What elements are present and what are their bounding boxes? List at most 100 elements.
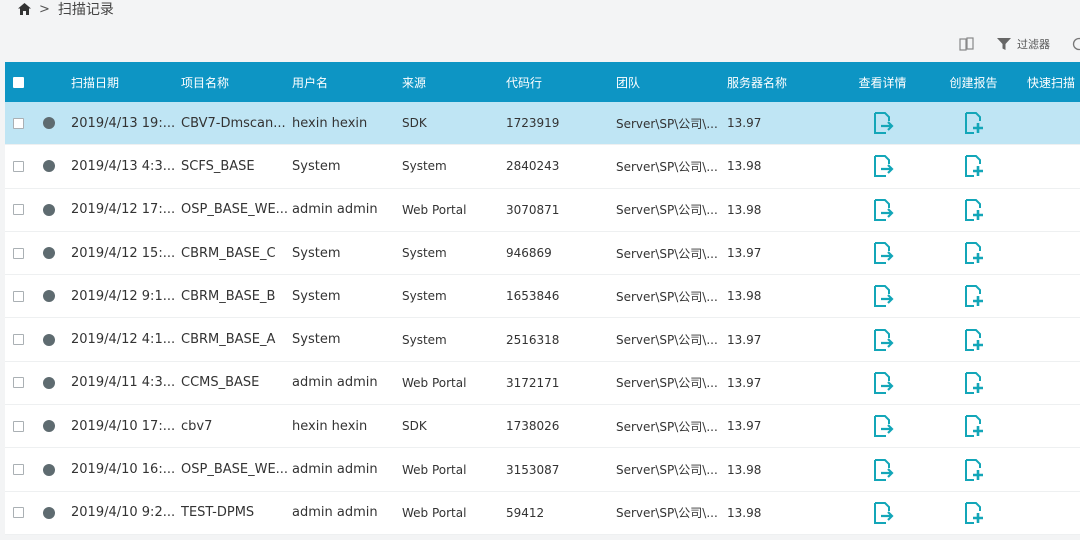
- view-details-icon[interactable]: [872, 112, 894, 135]
- cell-date: 2019/4/12 17:...: [71, 202, 176, 218]
- cell-user: admin admin: [292, 375, 378, 391]
- table-row[interactable]: 2019/4/10 17:... cbv7 hexin hexin SDK 17…: [5, 405, 1080, 449]
- more-icon[interactable]: [1072, 37, 1080, 51]
- cell-source: SDK: [402, 419, 427, 434]
- cell-server: 13.98: [727, 289, 762, 304]
- row-checkbox[interactable]: [13, 160, 24, 172]
- create-report-icon[interactable]: [963, 112, 985, 135]
- cell-date: 2019/4/12 4:1...: [71, 332, 176, 348]
- table-body: 2019/4/13 19:... CBV7-Dmscan... hexin he…: [5, 102, 1080, 535]
- status-dot: [43, 203, 55, 216]
- view-details-icon[interactable]: [872, 501, 894, 524]
- row-checkbox[interactable]: [13, 507, 24, 519]
- cell-user: admin admin: [292, 462, 378, 478]
- cell-date: 2019/4/10 17:...: [71, 418, 176, 434]
- header-team[interactable]: 团队: [616, 74, 727, 91]
- cell-server: 13.98: [727, 159, 762, 174]
- table-row[interactable]: 2019/4/10 9:2... TEST-DPMS admin admin W…: [5, 491, 1080, 535]
- select-all-checkbox[interactable]: [13, 76, 24, 88]
- cell-team: Server\SP\公司\...: [616, 376, 718, 391]
- row-checkbox[interactable]: [13, 204, 24, 216]
- table-row[interactable]: 2019/4/12 15:... CBRM_BASE_C System Syst…: [5, 231, 1080, 276]
- cell-lines: 1653846: [506, 289, 560, 304]
- status-dot: [43, 290, 55, 303]
- cell-source: System: [402, 159, 447, 174]
- cell-source: SDK: [402, 116, 427, 131]
- cell-server: 13.97: [727, 419, 762, 434]
- columns-button[interactable]: [959, 37, 975, 51]
- view-details-icon[interactable]: [872, 155, 894, 178]
- row-checkbox[interactable]: [13, 464, 24, 476]
- table-row[interactable]: 2019/4/10 16:... OSP_BASE_WE... admin ad…: [5, 448, 1080, 492]
- create-report-icon[interactable]: [963, 415, 985, 438]
- view-details-icon[interactable]: [872, 242, 894, 265]
- cell-server: 13.97: [727, 116, 762, 131]
- table-row[interactable]: 2019/4/12 17:... OSP_BASE_WE... admin ad…: [5, 188, 1080, 232]
- row-checkbox[interactable]: [13, 247, 24, 259]
- cell-date: 2019/4/10 16:...: [71, 462, 176, 478]
- cell-source: Web Portal: [402, 505, 467, 520]
- status-dot: [43, 160, 55, 173]
- row-checkbox[interactable]: [13, 117, 24, 129]
- cell-server: 13.98: [727, 505, 762, 520]
- create-report-icon[interactable]: [963, 198, 985, 221]
- view-details-icon[interactable]: [872, 285, 894, 308]
- cell-user: admin admin: [292, 202, 378, 218]
- view-details-icon[interactable]: [872, 415, 894, 438]
- row-checkbox[interactable]: [13, 334, 24, 346]
- view-details-icon[interactable]: [872, 458, 894, 481]
- status-dot: [43, 376, 55, 389]
- header-lines[interactable]: 代码行: [506, 74, 616, 91]
- cell-project: OSP_BASE_WE...: [181, 462, 289, 478]
- columns-icon: [959, 37, 975, 51]
- status-dot: [43, 506, 55, 519]
- table-row[interactable]: 2019/4/13 4:3... SCFS_BASE System System…: [5, 145, 1080, 189]
- cell-lines: 2840243: [506, 159, 560, 174]
- row-checkbox[interactable]: [13, 420, 24, 432]
- create-report-icon[interactable]: [963, 242, 985, 265]
- header-create: 创建报告: [949, 75, 998, 90]
- cell-user: System: [292, 288, 341, 304]
- view-details-icon[interactable]: [872, 328, 894, 351]
- row-checkbox[interactable]: [13, 290, 24, 302]
- filter-button[interactable]: 过滤器: [997, 36, 1050, 52]
- cell-team: Server\SP\公司\...: [616, 246, 718, 261]
- cell-team: Server\SP\公司\...: [616, 419, 718, 434]
- create-report-icon[interactable]: [963, 285, 985, 308]
- table-row[interactable]: 2019/4/12 9:1... CBRM_BASE_B System Syst…: [5, 275, 1080, 319]
- cell-user: hexin hexin: [292, 115, 368, 131]
- table-row[interactable]: 2019/4/11 4:3... CCMS_BASE admin admin W…: [5, 361, 1080, 406]
- table-row[interactable]: 2019/4/12 4:1... CBRM_BASE_A System Syst…: [5, 318, 1080, 362]
- status-dot: [43, 420, 55, 433]
- header-date[interactable]: 扫描日期: [71, 74, 181, 91]
- cell-lines: 1723919: [506, 116, 560, 131]
- create-report-icon[interactable]: [963, 328, 985, 351]
- view-details-icon[interactable]: [872, 371, 894, 394]
- home-icon[interactable]: [18, 3, 31, 15]
- cell-source: System: [402, 332, 447, 347]
- cell-team: Server\SP\公司\...: [616, 289, 718, 304]
- create-report-icon[interactable]: [963, 501, 985, 524]
- header-source[interactable]: 来源: [402, 74, 506, 91]
- table-row[interactable]: 2019/4/13 19:... CBV7-Dmscan... hexin he…: [5, 102, 1080, 146]
- cell-source: System: [402, 289, 447, 304]
- header-rescan: 快速扫描: [1027, 75, 1076, 90]
- cell-project: CBRM_BASE_C: [181, 245, 276, 261]
- cell-team: Server\SP\公司\...: [616, 159, 718, 174]
- row-checkbox[interactable]: [13, 377, 24, 389]
- create-report-icon[interactable]: [963, 371, 985, 394]
- view-details-icon[interactable]: [872, 198, 894, 221]
- filter-label: 过滤器: [1017, 38, 1050, 51]
- cell-server: 13.97: [727, 375, 762, 390]
- header-project[interactable]: 项目名称: [181, 74, 292, 91]
- cell-source: Web Portal: [402, 202, 467, 217]
- table-header: 扫描日期 项目名称 用户名 来源 代码行 团队 服务器名称 查看详情 创建报告 …: [5, 62, 1080, 102]
- cell-user: System: [292, 245, 341, 261]
- cell-date: 2019/4/11 4:3...: [71, 375, 176, 391]
- create-report-icon[interactable]: [963, 155, 985, 178]
- filter-icon: [997, 37, 1011, 51]
- cell-user: admin admin: [292, 505, 378, 521]
- create-report-icon[interactable]: [963, 458, 985, 481]
- header-user[interactable]: 用户名: [292, 74, 402, 91]
- header-server[interactable]: 服务器名称: [727, 74, 837, 91]
